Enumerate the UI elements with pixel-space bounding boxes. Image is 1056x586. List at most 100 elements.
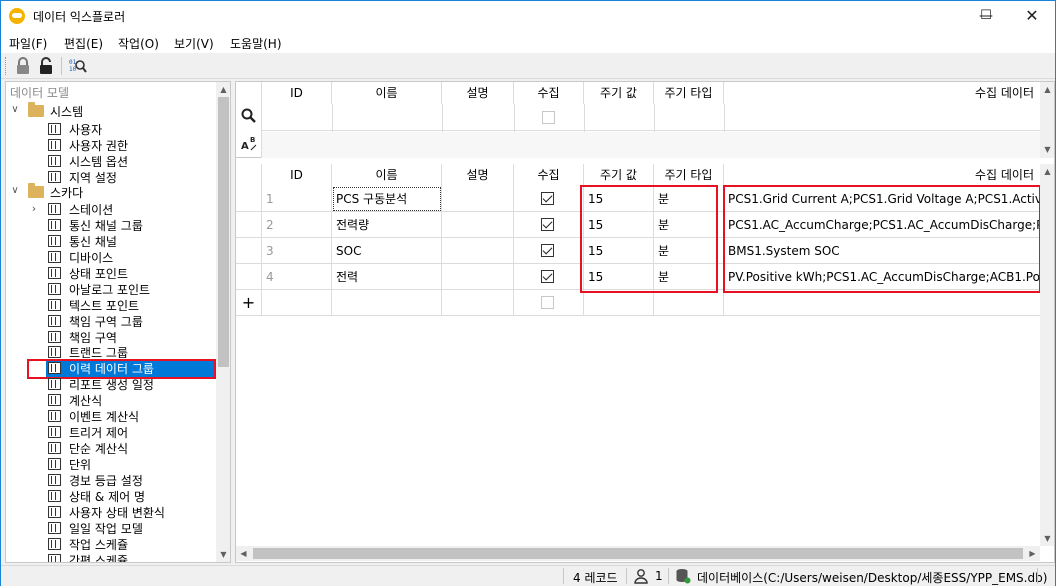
collect-checkbox[interactable]	[541, 270, 554, 283]
tree-item[interactable]: 사용자 권한	[48, 138, 128, 154]
scroll-right-icon[interactable]: ▶	[1025, 546, 1040, 561]
chevron-down-icon[interactable]: ∨	[9, 185, 21, 196]
tree-item[interactable]: 상태 & 제어 명	[48, 489, 145, 505]
tree-item[interactable]: 사용자 상태 변환식	[48, 505, 165, 521]
tree-item[interactable]: 간편 스케쥴	[48, 553, 128, 562]
cell-id[interactable]: 3	[262, 238, 332, 264]
lock-icon[interactable]	[14, 57, 32, 75]
col-header-desc[interactable]: 설명	[442, 82, 514, 104]
tree-item[interactable]: 작업 스케쥴	[48, 537, 128, 553]
filter-collect-checkbox[interactable]	[542, 111, 555, 124]
grid-vscrollbar[interactable]: ▲ ▼	[1040, 164, 1054, 546]
col-header-data[interactable]: 수집 데이터	[724, 82, 1040, 104]
cell-desc[interactable]	[442, 264, 514, 290]
tree-item[interactable]: 아날로그 포인트	[48, 282, 150, 298]
scroll-up-icon[interactable]: ▲	[216, 82, 230, 97]
new-row-data[interactable]	[724, 290, 1040, 316]
collect-checkbox[interactable]	[541, 218, 554, 231]
cell-desc[interactable]	[442, 238, 514, 264]
find-binary-icon[interactable]: 01 10	[69, 57, 87, 75]
col-header-data[interactable]: 수집 데이터	[724, 164, 1040, 186]
chevron-right-icon[interactable]: ›	[28, 202, 40, 215]
col-header-name[interactable]: 이름	[332, 82, 442, 104]
new-row-desc[interactable]	[442, 290, 514, 316]
collect-checkbox[interactable]	[541, 192, 554, 205]
col-header-collect[interactable]: 수집	[514, 164, 584, 186]
cell-collect[interactable]	[514, 264, 584, 290]
tree-item[interactable]: 지역 설정	[48, 170, 117, 186]
filter-grid-scrollbar[interactable]: ▲ ▼	[1040, 82, 1054, 158]
new-row-name[interactable]	[332, 290, 442, 316]
col-header-period[interactable]: 주기 값	[584, 82, 654, 104]
col-header-period[interactable]: 주기 값	[584, 164, 654, 186]
chevron-down-icon[interactable]: ∨	[9, 104, 21, 115]
new-row-collect[interactable]	[514, 290, 584, 316]
tree-item[interactable]: 단위	[48, 457, 91, 473]
tree-item[interactable]: 계산식	[48, 393, 102, 409]
cell-id[interactable]: 4	[262, 264, 332, 290]
new-row-period[interactable]	[584, 290, 654, 316]
plus-icon[interactable]: +	[236, 290, 262, 316]
scroll-thumb[interactable]	[218, 97, 229, 367]
tree-group-scada[interactable]: 스카다	[28, 183, 83, 201]
tree-item[interactable]: 리포트 생성 일정	[48, 377, 154, 393]
cell-id[interactable]: 2	[262, 212, 332, 238]
tree-group-system[interactable]: 시스템	[28, 102, 83, 120]
menu-view[interactable]: 보기(V)	[174, 35, 214, 52]
scroll-up-icon[interactable]: ▲	[1040, 82, 1054, 97]
tree-item[interactable]: 트리거 제어	[48, 425, 128, 441]
cell-desc[interactable]	[442, 212, 514, 238]
col-header-period-type[interactable]: 주기 타입	[654, 164, 724, 186]
menu-operation[interactable]: 작업(O)	[118, 35, 159, 52]
tree-item[interactable]: 통신 채널	[48, 234, 117, 250]
cell-collect[interactable]	[514, 238, 584, 264]
tree-item[interactable]: 시스템 옵션	[48, 154, 128, 170]
scroll-down-icon[interactable]: ▼	[1040, 142, 1054, 157]
data-model-tree[interactable]: 데이터 모델 ∨ 시스템 사용자 사용자 권한 시스템 옵션 지역 설정 ∨ 스…	[5, 81, 231, 563]
tree-item[interactable]: 경보 등급 설정	[48, 473, 143, 489]
menu-help[interactable]: 도움말(H)	[230, 35, 282, 52]
tree-item[interactable]: 책임 구역	[48, 330, 117, 346]
cell-name[interactable]: PCS 구동분석	[332, 186, 442, 212]
tree-item[interactable]: 사용자	[48, 122, 102, 138]
tree-item[interactable]: 일일 작업 모델	[48, 521, 143, 537]
cell-name[interactable]: SOC	[332, 238, 442, 264]
cell-name[interactable]: 전력량	[332, 212, 442, 238]
col-header-desc[interactable]: 설명	[442, 164, 514, 186]
menu-edit[interactable]: 편집(E)	[64, 35, 103, 52]
scroll-up-icon[interactable]: ▲	[1040, 164, 1054, 179]
tree-item[interactable]: 통신 채널 그룹	[48, 218, 143, 234]
col-header-id[interactable]: ID	[262, 82, 332, 104]
col-header-name[interactable]: 이름	[332, 164, 442, 186]
tree-scrollbar[interactable]: ▲ ▼	[216, 82, 230, 562]
cell-collect[interactable]	[514, 212, 584, 238]
tree-item[interactable]: 책임 구역 그룹	[48, 314, 143, 330]
cell-id[interactable]: 1	[262, 186, 332, 212]
cell-desc[interactable]	[442, 186, 514, 212]
new-row-id[interactable]	[262, 290, 332, 316]
tree-item[interactable]: 이벤트 계산식	[48, 409, 139, 425]
col-header-id[interactable]: ID	[262, 164, 332, 186]
unlock-icon[interactable]	[37, 57, 55, 75]
tree-item[interactable]: 텍스트 포인트	[48, 298, 139, 314]
collect-checkbox[interactable]	[541, 244, 554, 257]
menu-file[interactable]: 파일(F)	[9, 35, 47, 52]
col-header-period-type[interactable]: 주기 타입	[654, 82, 724, 104]
tree-item[interactable]: 디바이스	[48, 250, 113, 266]
maximize-icon[interactable]: ☐	[963, 1, 1009, 31]
cell-name[interactable]: 전력	[332, 264, 442, 290]
scroll-down-icon[interactable]: ▼	[216, 547, 230, 562]
new-row-period-type[interactable]	[654, 290, 724, 316]
tree-item[interactable]: 스테이션	[48, 202, 113, 218]
scroll-thumb[interactable]	[253, 548, 1023, 559]
cell-collect[interactable]	[514, 186, 584, 212]
collect-checkbox[interactable]	[541, 296, 554, 309]
scroll-down-icon[interactable]: ▼	[1040, 531, 1054, 546]
sort-az-icon[interactable]: A B	[241, 135, 257, 151]
close-icon[interactable]: ✕	[1009, 1, 1055, 31]
tree-item[interactable]: 단순 계산식	[48, 441, 128, 457]
col-header-collect[interactable]: 수집	[514, 82, 584, 104]
search-icon[interactable]	[241, 108, 257, 124]
grid-hscrollbar[interactable]: ◀ ▶	[236, 546, 1040, 561]
tree-item[interactable]: 상태 포인트	[48, 266, 128, 282]
